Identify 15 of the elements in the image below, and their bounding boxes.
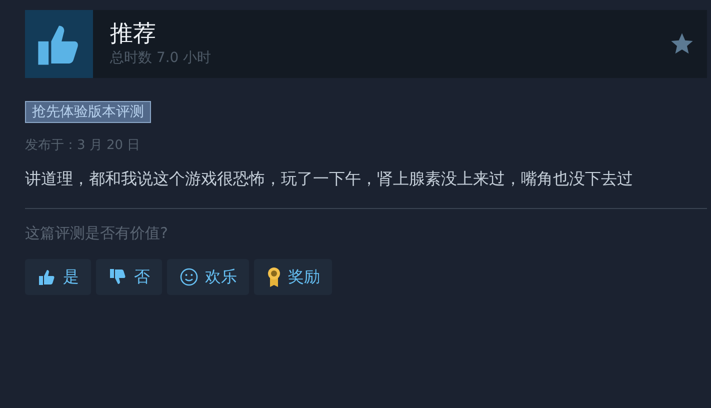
helpful-question: 这篇评测是否有价值? (25, 223, 169, 243)
thumbs-up-icon (25, 10, 93, 78)
smiley-icon (179, 267, 199, 287)
thumbs-down-icon (108, 267, 128, 287)
playtime-text: 总时数 7.0 小时 (110, 49, 212, 68)
vote-button[interactable]: 欢乐 (167, 259, 249, 295)
review-text: 讲道理，都和我说这个游戏很恐怖，玩了一下午，肾上腺素没上来过，嘴角也没下去过 (25, 168, 634, 190)
award-ribbon-icon (266, 266, 282, 288)
vote-button[interactable]: 否 (96, 259, 162, 295)
early-access-tag: 抢先体验版本评测 (25, 101, 151, 123)
recommendation-title: 推荐 (110, 20, 157, 48)
thumbs-up-icon (37, 267, 57, 287)
post-date: 发布于：3 月 20 日 (25, 137, 142, 155)
vote-button[interactable]: 是 (25, 259, 91, 295)
vote-button[interactable]: 奖励 (254, 259, 332, 295)
